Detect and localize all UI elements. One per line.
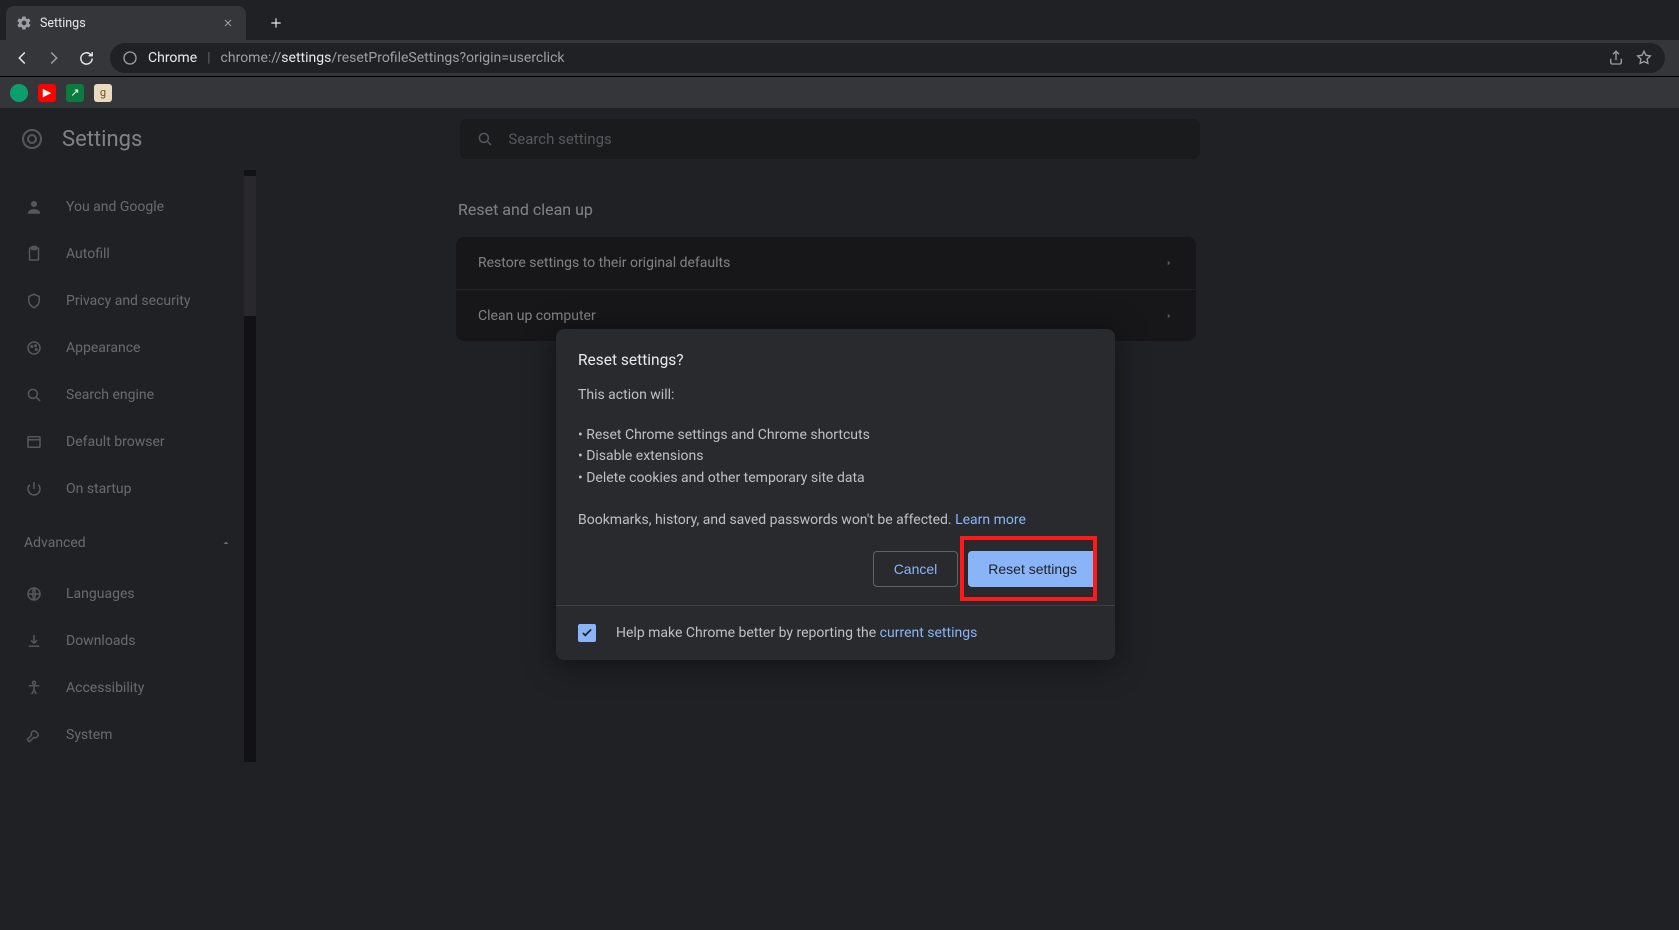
url-origin-label: Chrome [148,50,197,66]
chevron-up-icon [220,537,232,549]
sidebar-item-search-engine[interactable]: Search engine [0,375,256,415]
person-icon [24,197,44,217]
search-placeholder: Search settings [508,130,611,148]
shield-icon [24,291,44,311]
browser-tab[interactable]: Settings [6,6,246,40]
gear-icon [16,15,32,31]
browser-icon [24,432,44,452]
search-icon [24,385,44,405]
current-settings-link[interactable]: current settings [880,625,978,641]
dialog-note: Bookmarks, history, and saved passwords … [578,510,1093,532]
report-settings-checkbox[interactable] [578,624,596,642]
sidebar-item-label: On startup [66,481,132,497]
forward-button[interactable] [40,44,68,72]
site-info-icon[interactable] [122,50,138,66]
sidebar-item-label: Downloads [66,633,136,649]
row-restore-defaults[interactable]: Restore settings to their original defau… [456,237,1196,289]
palette-icon [24,338,44,358]
settings-sidebar: You and Google Autofill Privacy and secu… [0,170,256,762]
sidebar-item-languages[interactable]: Languages [0,574,256,614]
sidebar-item-downloads[interactable]: Downloads [0,621,256,661]
bookmark-item[interactable]: ▶ [38,84,56,102]
wrench-icon [24,725,44,745]
chevron-right-icon [1164,258,1174,268]
reset-settings-button[interactable]: Reset settings [968,551,1097,587]
tab-title: Settings [40,16,212,31]
sidebar-item-label: Search engine [66,387,154,403]
sidebar-item-label: System [66,727,112,743]
url-separator: | [207,50,210,66]
section-title: Reset and clean up [456,200,1196,219]
chrome-logo-icon [20,127,44,151]
chevron-right-icon [1164,311,1174,321]
globe-icon [24,584,44,604]
address-bar[interactable]: Chrome | chrome://settings/resetProfileS… [110,43,1665,73]
dialog-footer-text: Help make Chrome better by reporting the… [616,625,977,641]
bookmark-item[interactable]: ↗ [66,84,84,102]
settings-title: Settings [62,127,142,152]
sidebar-item-system[interactable]: System [0,715,256,755]
search-icon [476,130,494,148]
sidebar-item-label: Default browser [66,434,165,450]
sidebar-item-on-startup[interactable]: On startup [0,469,256,509]
search-settings[interactable]: Search settings [460,119,1200,159]
accessibility-icon [24,678,44,698]
reload-button[interactable] [72,44,100,72]
settings-header: Settings Search settings [0,108,1679,170]
sidebar-item-label: Languages [66,586,135,602]
dialog-bullets: • Reset Chrome settings and Chrome short… [578,425,1093,490]
url-text: chrome://settings/resetProfileSettings?o… [221,50,565,66]
new-tab-button[interactable] [262,9,290,37]
learn-more-link[interactable]: Learn more [955,512,1026,528]
dialog-title: Reset settings? [556,329,1115,369]
sidebar-item-default-browser[interactable]: Default browser [0,422,256,462]
sidebar-item-label: Autofill [66,246,110,262]
bookmark-item[interactable]: g [94,84,112,102]
sidebar-item-label: You and Google [66,199,164,215]
power-icon [24,479,44,499]
cancel-button[interactable]: Cancel [873,551,959,587]
sidebar-item-label: Accessibility [66,680,144,696]
clipboard-icon [24,244,44,264]
bookmark-item[interactable] [10,84,28,102]
browser-toolbar: Chrome | chrome://settings/resetProfileS… [0,40,1679,76]
sidebar-item-label: Privacy and security [66,293,190,309]
bookmark-star-icon[interactable] [1635,49,1653,67]
dialog-lead: This action will: [578,385,1093,407]
sidebar-item-privacy[interactable]: Privacy and security [0,281,256,321]
back-button[interactable] [8,44,36,72]
sidebar-item-appearance[interactable]: Appearance [0,328,256,368]
sidebar-item-label: Appearance [66,340,140,356]
sidebar-item-accessibility[interactable]: Accessibility [0,668,256,708]
share-icon[interactable] [1607,49,1625,67]
tab-strip: Settings [0,0,1679,40]
close-tab-icon[interactable] [220,15,236,31]
sidebar-item-you-and-google[interactable]: You and Google [0,187,256,227]
reset-card: Restore settings to their original defau… [456,237,1196,341]
settings-app: Settings Search settings You and Google … [0,108,1679,930]
reset-settings-dialog: Reset settings? This action will: • Rese… [556,329,1115,660]
sidebar-scrollbar[interactable] [244,170,256,762]
download-icon [24,631,44,651]
bookmarks-bar: ▶ ↗ g [0,76,1679,108]
sidebar-advanced-toggle[interactable]: Advanced [0,519,256,567]
sidebar-item-autofill[interactable]: Autofill [0,234,256,274]
